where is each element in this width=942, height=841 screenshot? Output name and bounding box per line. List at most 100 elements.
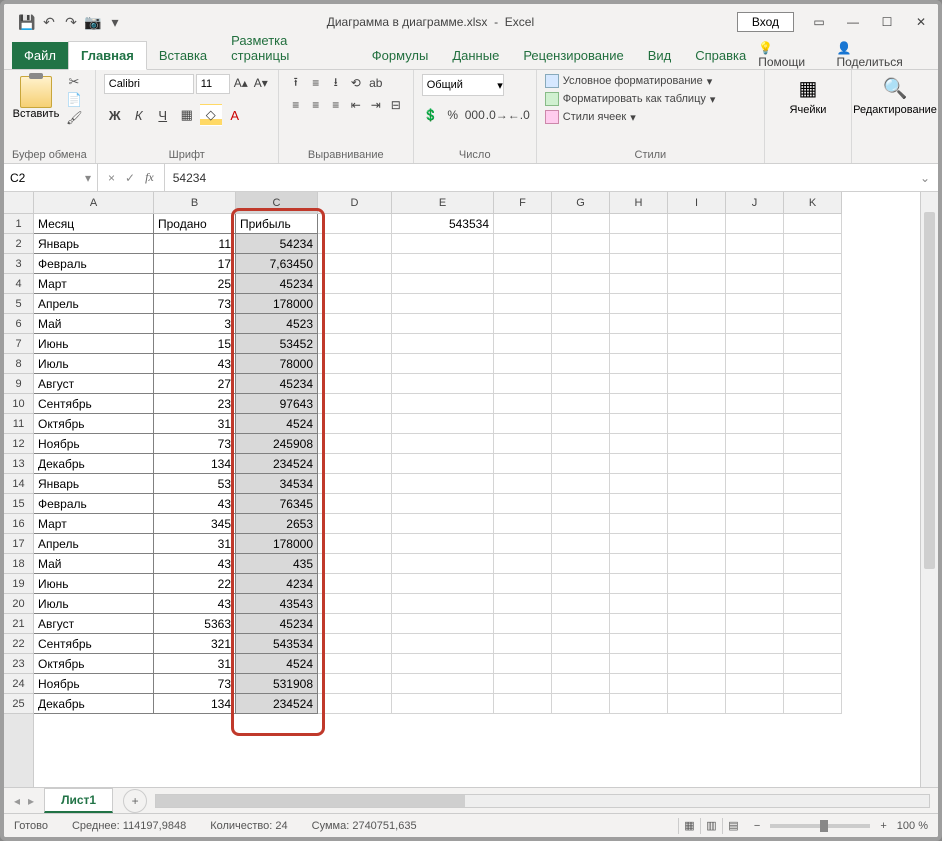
border-button[interactable]: ▦	[176, 104, 198, 126]
cell-profit[interactable]: 531908	[236, 674, 318, 694]
cell[interactable]	[494, 434, 552, 454]
cell[interactable]	[494, 214, 552, 234]
cell[interactable]	[668, 654, 726, 674]
cell-month[interactable]: Сентябрь	[34, 394, 154, 414]
cell[interactable]	[392, 434, 494, 454]
cell[interactable]	[610, 234, 668, 254]
cell-sold[interactable]: 134	[154, 454, 236, 474]
cell[interactable]	[784, 354, 842, 374]
cell[interactable]	[392, 594, 494, 614]
cell[interactable]	[552, 474, 610, 494]
cell[interactable]	[784, 414, 842, 434]
cell-month[interactable]: Август	[34, 614, 154, 634]
orientation-icon[interactable]: ⟲	[347, 74, 365, 92]
merge-icon[interactable]: ⊟	[387, 96, 405, 114]
save-icon[interactable]: 💾	[18, 13, 36, 31]
cell[interactable]	[318, 374, 392, 394]
cell[interactable]	[610, 594, 668, 614]
zoom-out-icon[interactable]: −	[754, 820, 760, 832]
cell[interactable]	[552, 454, 610, 474]
cell[interactable]	[318, 234, 392, 254]
col-header-H[interactable]: H	[610, 192, 668, 214]
cell-header-profit[interactable]: Прибыль	[236, 214, 318, 234]
cell[interactable]	[494, 354, 552, 374]
row-header[interactable]: 7	[4, 334, 33, 354]
cell-sold[interactable]: 345	[154, 514, 236, 534]
qat-dropdown-icon[interactable]: ▾	[106, 13, 124, 31]
cell[interactable]	[610, 634, 668, 654]
cell[interactable]	[610, 274, 668, 294]
cell-month[interactable]: Декабрь	[34, 694, 154, 714]
cell[interactable]	[494, 534, 552, 554]
conditional-formatting-button[interactable]: Условное форматирование ▾	[545, 74, 712, 88]
cell-month[interactable]: Октябрь	[34, 654, 154, 674]
cell[interactable]	[668, 514, 726, 534]
cell[interactable]	[784, 274, 842, 294]
cell[interactable]	[668, 694, 726, 714]
cell[interactable]	[494, 374, 552, 394]
cell-profit[interactable]: 435	[236, 554, 318, 574]
cell[interactable]	[668, 234, 726, 254]
font-color-button[interactable]: A	[224, 104, 246, 126]
cell[interactable]	[318, 674, 392, 694]
cell[interactable]	[784, 694, 842, 714]
cell-month[interactable]: Апрель	[34, 534, 154, 554]
cell[interactable]	[668, 534, 726, 554]
number-format-select[interactable]: Общий▾	[422, 74, 504, 96]
cell-profit[interactable]: 4524	[236, 414, 318, 434]
cell-month[interactable]: Апрель	[34, 294, 154, 314]
cell-sold[interactable]: 31	[154, 654, 236, 674]
cell[interactable]	[318, 434, 392, 454]
ribbon-options-icon[interactable]: ▭	[802, 5, 836, 39]
bold-button[interactable]: Ж	[104, 104, 126, 126]
cell-header-month[interactable]: Месяц	[34, 214, 154, 234]
cell[interactable]	[784, 314, 842, 334]
cell[interactable]	[552, 634, 610, 654]
cell-sold[interactable]: 321	[154, 634, 236, 654]
name-box[interactable]: C2▾	[4, 164, 98, 191]
row-header[interactable]: 15	[4, 494, 33, 514]
cell[interactable]	[318, 554, 392, 574]
cell[interactable]	[552, 394, 610, 414]
cell[interactable]	[392, 374, 494, 394]
cell[interactable]	[784, 234, 842, 254]
cell[interactable]	[784, 634, 842, 654]
cell[interactable]	[494, 334, 552, 354]
zoom-in-icon[interactable]: +	[880, 820, 886, 832]
cell[interactable]	[392, 474, 494, 494]
fx-icon[interactable]: fx	[145, 170, 154, 185]
cell[interactable]	[392, 394, 494, 414]
underline-button[interactable]: Ч	[152, 104, 174, 126]
col-header-E[interactable]: E	[392, 192, 494, 214]
cell[interactable]	[494, 394, 552, 414]
cell[interactable]	[392, 454, 494, 474]
cell[interactable]	[494, 314, 552, 334]
cell[interactable]	[610, 254, 668, 274]
cell-sold[interactable]: 5363	[154, 614, 236, 634]
cell-profit[interactable]: 78000	[236, 354, 318, 374]
sheet-tab-active[interactable]: Лист1	[44, 788, 113, 813]
cell[interactable]	[392, 334, 494, 354]
cell[interactable]	[668, 374, 726, 394]
cell-profit[interactable]: 54234	[236, 234, 318, 254]
cell-month[interactable]: Май	[34, 554, 154, 574]
tab-formulas[interactable]: Формулы	[360, 42, 441, 69]
cell-sold[interactable]: 73	[154, 434, 236, 454]
cell[interactable]	[552, 554, 610, 574]
increase-decimal-icon[interactable]: .0→	[488, 106, 506, 124]
cell[interactable]	[392, 634, 494, 654]
decrease-indent-icon[interactable]: ⇤	[347, 96, 365, 114]
copy-icon[interactable]: 📄	[66, 92, 82, 108]
cell[interactable]	[726, 574, 784, 594]
cell-sold[interactable]: 25	[154, 274, 236, 294]
cell[interactable]: 543534	[392, 214, 494, 234]
zoom-level[interactable]: 100 %	[897, 820, 928, 832]
cell[interactable]	[726, 614, 784, 634]
cell[interactable]	[392, 514, 494, 534]
cell[interactable]	[318, 254, 392, 274]
cell[interactable]	[610, 514, 668, 534]
cell[interactable]	[552, 334, 610, 354]
cell[interactable]	[552, 694, 610, 714]
cell[interactable]	[668, 494, 726, 514]
cell-sold[interactable]: 134	[154, 694, 236, 714]
